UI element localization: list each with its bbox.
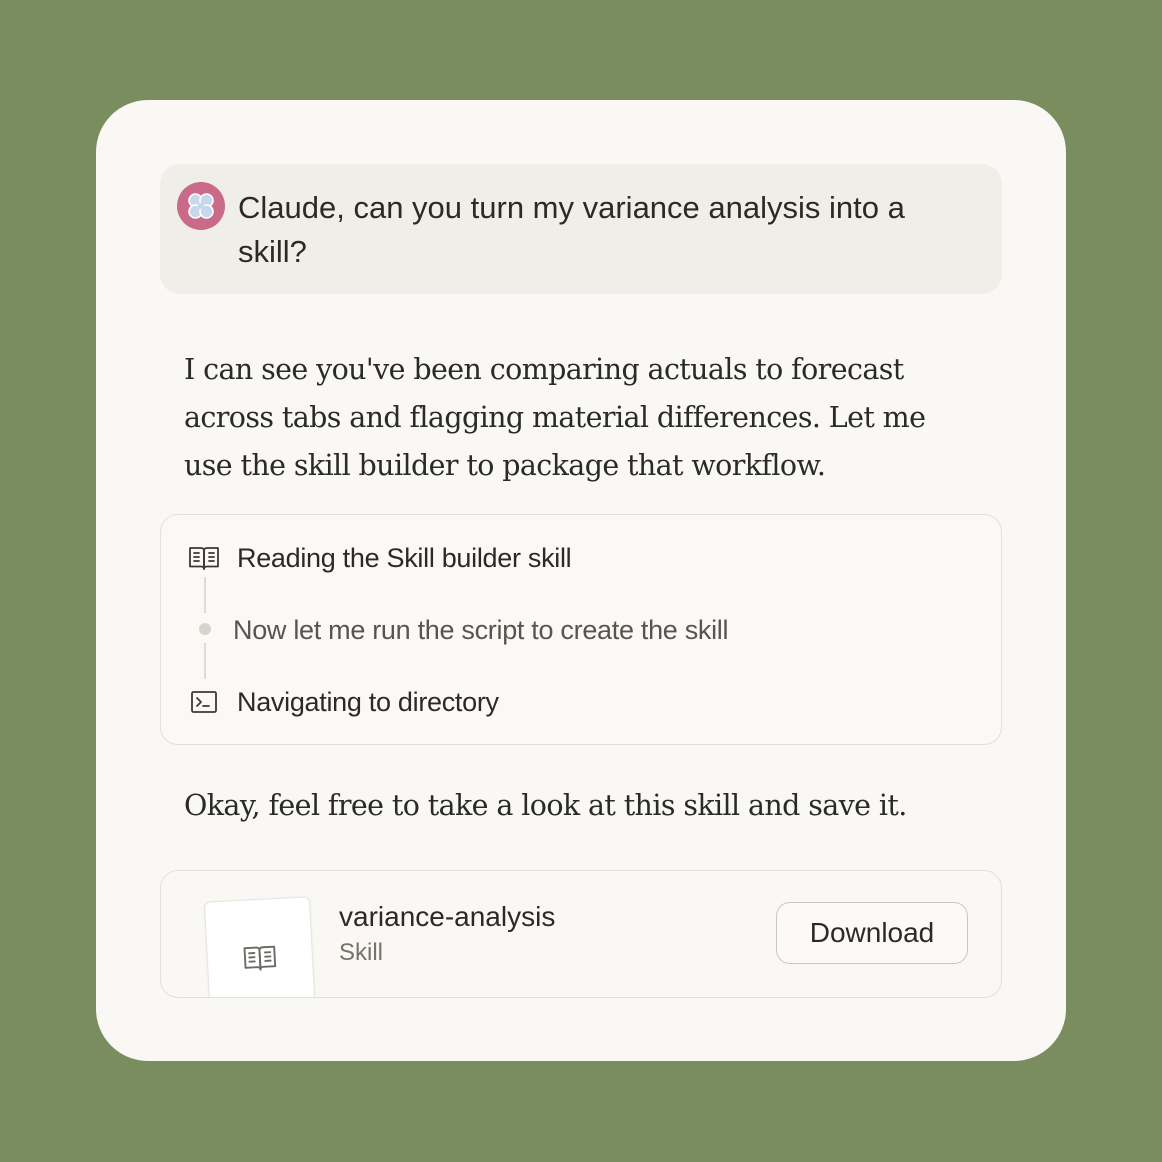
assistant-message-2: Okay, feel free to take a look at this s…: [184, 789, 907, 822]
skill-artifact-card[interactable]: variance-analysis Skill Download: [160, 870, 1002, 998]
timeline-dot: [199, 623, 211, 635]
book-icon: [243, 945, 277, 971]
user-avatar: [177, 182, 225, 230]
tool-steps-panel[interactable]: Reading the Skill builder skill Now let …: [160, 514, 1002, 745]
terminal-icon: [187, 685, 221, 719]
chat-card: Claude, can you turn my variance analysi…: [96, 100, 1066, 1061]
artifact-name: variance-analysis: [339, 901, 556, 932]
timeline-line: [204, 577, 206, 613]
user-message: Claude, can you turn my variance analysi…: [160, 164, 1002, 294]
artifact-thumbnail: [203, 896, 317, 997]
timeline-line: [204, 643, 206, 679]
step-navigating-label: Navigating to directory: [237, 687, 499, 717]
download-button[interactable]: Download: [776, 902, 968, 964]
claude-flower-icon: [188, 193, 214, 219]
assistant-message-1: I can see you've been comparing actuals …: [184, 353, 926, 482]
user-message-text: Claude, can you turn my variance analysi…: [238, 190, 905, 269]
book-icon: [187, 541, 221, 575]
step-reading-label: Reading the Skill builder skill: [237, 543, 572, 573]
step-run-script-label: Now let me run the script to create the …: [233, 615, 729, 645]
artifact-type: Skill: [339, 939, 384, 966]
